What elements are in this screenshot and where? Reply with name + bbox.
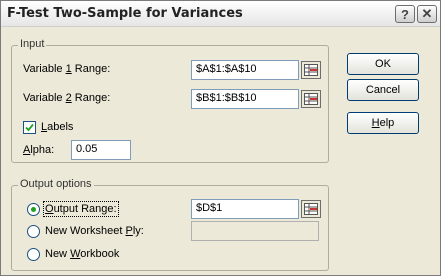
output-range-input[interactable]: $D$1 xyxy=(191,199,299,219)
input-group-label: Input xyxy=(18,38,47,50)
dialog: F-Test Two-Sample for Variances ? ✕ Inpu… xyxy=(0,0,441,276)
new-worksheet-ply-input[interactable] xyxy=(191,221,319,241)
output-options-label: Output options xyxy=(18,178,94,190)
variable-1-range-selector-icon[interactable] xyxy=(301,61,321,79)
new-worksheet-ply-radio[interactable] xyxy=(27,225,40,238)
ok-button[interactable]: OK xyxy=(347,53,419,75)
labels-checkbox-label[interactable]: Labels xyxy=(41,121,73,133)
new-workbook-label[interactable]: New Workbook xyxy=(45,248,119,260)
help-button[interactable]: Help xyxy=(347,112,419,134)
variable-2-range-label: Variable 2 Range: xyxy=(23,92,111,104)
checkmark-icon xyxy=(25,123,34,132)
labels-checkbox[interactable] xyxy=(23,121,36,134)
new-workbook-radio[interactable] xyxy=(27,248,40,261)
help-icon[interactable]: ? xyxy=(395,5,415,23)
close-icon[interactable]: ✕ xyxy=(417,5,437,23)
cancel-button[interactable]: Cancel xyxy=(347,79,419,101)
output-range-selector-icon[interactable] xyxy=(301,200,321,218)
dialog-title: F-Test Two-Sample for Variances xyxy=(7,6,243,21)
radio-selected-dot xyxy=(31,207,36,212)
output-range-label[interactable]: Output Range: xyxy=(43,201,119,217)
alpha-input[interactable]: 0.05 xyxy=(71,140,131,160)
variable-2-range-selector-icon[interactable] xyxy=(301,90,321,108)
title-bar[interactable]: F-Test Two-Sample for Variances ? ✕ xyxy=(1,1,440,27)
variable-1-range-label: Variable 1 Range: xyxy=(23,63,111,75)
alpha-label: Alpha: xyxy=(23,144,55,156)
variable-1-range-input[interactable]: $A$1:$A$10 xyxy=(191,60,299,80)
output-range-radio[interactable] xyxy=(27,203,40,216)
new-worksheet-ply-label[interactable]: New Worksheet Ply: xyxy=(45,225,144,237)
variable-2-range-input[interactable]: $B$1:$B$10 xyxy=(191,89,299,109)
